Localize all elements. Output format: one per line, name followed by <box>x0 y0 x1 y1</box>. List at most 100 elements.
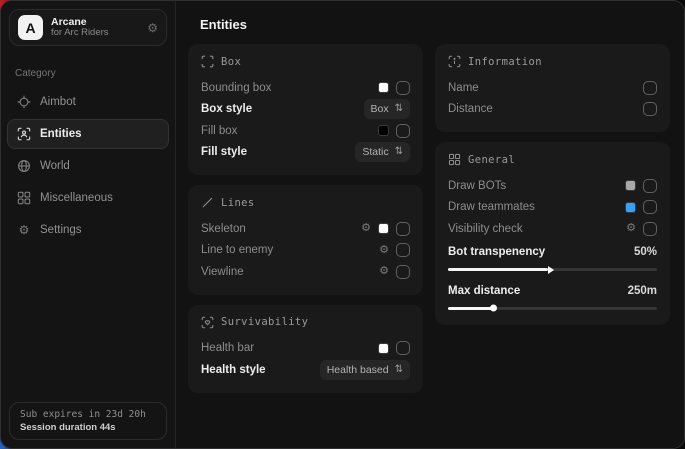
color-swatch[interactable] <box>378 343 389 354</box>
crosshair-icon <box>17 95 31 109</box>
fill-style-dropdown[interactable]: Static ⇅ <box>355 142 410 162</box>
slider-thumb[interactable] <box>490 305 497 312</box>
box-card: Box Bounding box Box style Box <box>188 44 423 175</box>
entity-scan-icon <box>17 127 31 141</box>
setting-row-name: Name <box>448 77 657 99</box>
left-column: Box Bounding box Box style Box <box>188 44 423 393</box>
page-title: Entities <box>200 17 670 32</box>
gear-icon[interactable]: ⚙ <box>379 245 389 256</box>
setting-row-bounding-box: Bounding box <box>201 77 410 99</box>
gear-icon[interactable]: ⚙ <box>361 223 371 234</box>
sidebar-nav: Aimbot Entities World <box>7 87 169 245</box>
color-swatch[interactable] <box>378 125 389 136</box>
sidebar-item-label: Miscellaneous <box>40 192 113 204</box>
scan-info-icon <box>448 55 461 68</box>
setting-label: Fill box <box>201 125 378 137</box>
sidebar-item-miscellaneous[interactable]: Miscellaneous <box>7 183 169 213</box>
dropdown-value: Health based <box>327 364 389 376</box>
checkbox[interactable] <box>396 124 410 138</box>
card-title: Survivability <box>221 316 308 328</box>
gear-icon[interactable]: ⚙ <box>147 22 158 34</box>
checkbox[interactable] <box>396 243 410 257</box>
chevron-up-down-icon: ⇅ <box>395 365 403 375</box>
setting-row-box-style: Box style Box ⇅ <box>201 99 410 121</box>
color-swatch[interactable] <box>625 180 636 191</box>
color-swatch[interactable] <box>378 82 389 93</box>
setting-row-viewline: Viewline ⚙ <box>201 261 410 283</box>
setting-row-draw-teammates: Draw teammates <box>448 197 657 219</box>
app-window: A Arcane for Arc Riders ⚙ Category Aimbo… <box>0 0 685 449</box>
sidebar-item-settings[interactable]: ⚙ Settings <box>7 215 169 245</box>
sidebar-spacer <box>1 245 175 394</box>
max-distance-slider[interactable] <box>448 307 657 310</box>
app-logo-text: Arcane for Arc Riders <box>51 16 139 39</box>
checkbox[interactable] <box>643 179 657 193</box>
sidebar: A Arcane for Arc Riders ⚙ Category Aimbo… <box>1 1 176 448</box>
setting-row-health-bar: Health bar <box>201 338 410 360</box>
health-style-dropdown[interactable]: Health based ⇅ <box>320 360 410 380</box>
setting-row-fill-box: Fill box <box>201 120 410 142</box>
chevron-up-down-icon: ⇅ <box>395 104 403 114</box>
card-columns: Box Bounding box Box style Box <box>188 44 670 393</box>
scan-heart-icon <box>201 316 214 329</box>
dropdown-value: Static <box>362 146 388 158</box>
layout-grid-icon <box>17 191 31 205</box>
gear-icon[interactable]: ⚙ <box>626 223 636 234</box>
box-card-header: Box <box>201 55 410 68</box>
checkbox[interactable] <box>396 81 410 95</box>
bot-transparency-slider[interactable] <box>448 268 657 271</box>
survivability-card-header: Survivability <box>201 316 410 329</box>
lines-card-header: Lines <box>201 196 410 209</box>
setting-label: Health bar <box>201 342 378 354</box>
card-title: Box <box>221 56 241 68</box>
checkbox[interactable] <box>643 102 657 116</box>
category-label: Category <box>15 68 161 79</box>
lines-card: Lines Skeleton ⚙ Line to enemy ⚙ <box>188 185 423 295</box>
checkbox[interactable] <box>643 81 657 95</box>
chevron-up-down-icon: ⇅ <box>395 147 403 157</box>
gear-icon[interactable]: ⚙ <box>379 266 389 277</box>
sidebar-item-entities[interactable]: Entities <box>7 119 169 149</box>
setting-label: Bounding box <box>201 82 378 94</box>
color-swatch[interactable] <box>625 202 636 213</box>
slider-value: 250m <box>628 285 657 297</box>
checkbox[interactable] <box>396 265 410 279</box>
box-style-dropdown[interactable]: Box ⇅ <box>364 99 410 119</box>
subscription-card: Sub expires in 23d 20h Session duration … <box>9 402 167 440</box>
slider-thumb[interactable] <box>548 266 554 274</box>
slider-label: Max distance <box>448 285 628 297</box>
setting-label: Health style <box>201 364 320 376</box>
information-card-header: Information <box>448 55 657 68</box>
right-column: Information Name Distance <box>435 44 670 393</box>
checkbox[interactable] <box>643 200 657 214</box>
card-title: Information <box>468 56 542 68</box>
sidebar-item-label: Aimbot <box>40 96 76 108</box>
globe-icon <box>17 159 31 173</box>
main-content: Entities Box Bounding box <box>176 1 684 448</box>
diagonal-line-icon <box>201 196 214 209</box>
sidebar-item-aimbot[interactable]: Aimbot <box>7 87 169 117</box>
setting-row-health-style: Health style Health based ⇅ <box>201 359 410 381</box>
setting-label: Draw BOTs <box>448 180 625 192</box>
setting-label: Draw teammates <box>448 201 625 213</box>
dropdown-value: Box <box>371 103 389 115</box>
setting-label: Skeleton <box>201 223 361 235</box>
slider-row-bot-transparency: Bot transpenency 50% <box>448 242 657 264</box>
setting-row-line-to-enemy: Line to enemy ⚙ <box>201 240 410 262</box>
session-duration-text: Session duration 44s <box>20 422 156 433</box>
sidebar-item-world[interactable]: World <box>7 151 169 181</box>
information-card: Information Name Distance <box>435 44 670 132</box>
sidebar-item-label: Entities <box>40 128 82 140</box>
color-swatch[interactable] <box>378 223 389 234</box>
setting-label: Line to enemy <box>201 244 379 256</box>
card-title: Lines <box>221 197 255 209</box>
checkbox[interactable] <box>396 341 410 355</box>
setting-row-draw-bots: Draw BOTs <box>448 175 657 197</box>
checkbox[interactable] <box>643 222 657 236</box>
checkbox[interactable] <box>396 222 410 236</box>
setting-row-visibility-check: Visibility check ⚙ <box>448 218 657 240</box>
survivability-card: Survivability Health bar Health style <box>188 305 423 393</box>
grid-icon <box>448 153 461 166</box>
setting-row-skeleton: Skeleton ⚙ <box>201 218 410 240</box>
scan-box-icon <box>201 55 214 68</box>
